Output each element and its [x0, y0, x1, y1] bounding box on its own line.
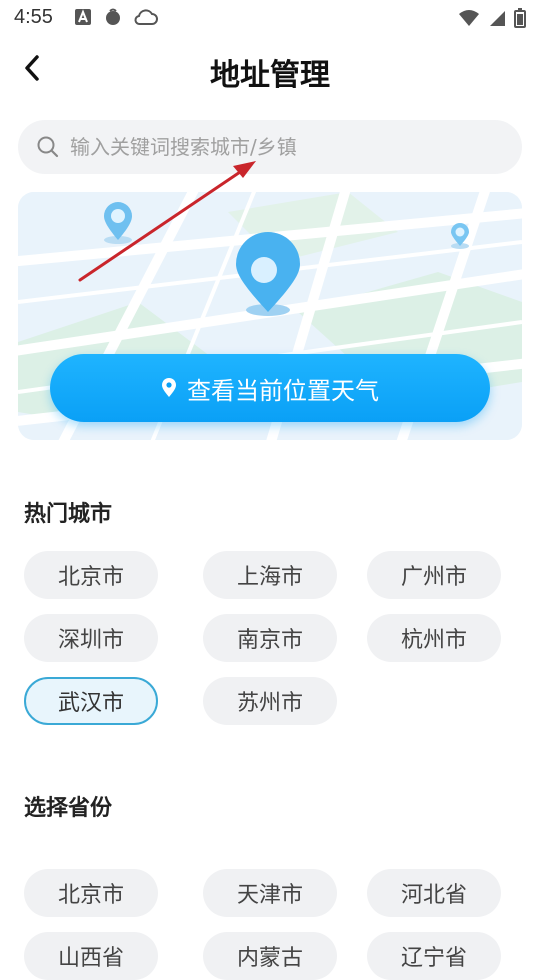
province-chip[interactable]: 天津市: [203, 869, 337, 917]
battery-icon: [514, 8, 526, 32]
hot-city-chip[interactable]: 上海市: [203, 551, 337, 599]
province-chip[interactable]: 河北省: [367, 869, 501, 917]
hot-city-chip[interactable]: 北京市: [24, 551, 158, 599]
hot-city-chip[interactable]: 广州市: [367, 551, 501, 599]
signal-icon: [488, 9, 506, 31]
chip-label: 深圳市: [57, 628, 124, 653]
chip-label: 北京市: [57, 883, 124, 908]
chip-label: 上海市: [236, 565, 303, 590]
provinces-title: 选择省份: [24, 796, 113, 821]
chip-label: 武汉市: [57, 691, 124, 716]
province-chip[interactable]: 内蒙古: [203, 932, 337, 980]
system-icons: [458, 8, 526, 32]
wifi-icon: [458, 9, 480, 31]
hot-city-chip[interactable]: 苏州市: [203, 677, 337, 725]
search-input[interactable]: [70, 120, 500, 174]
chip-label: 天津市: [236, 883, 303, 908]
hot-cities-title: 热门城市: [24, 502, 113, 527]
current-location-weather-button[interactable]: 查看当前位置天气: [50, 354, 490, 422]
chip-label: 内蒙古: [236, 946, 303, 971]
current-location-weather-label: 查看当前位置天气: [187, 376, 379, 405]
chip-label: 辽宁省: [400, 946, 467, 971]
chip-label: 河北省: [400, 883, 467, 908]
search-icon: [36, 135, 60, 159]
province-chip[interactable]: 辽宁省: [367, 932, 501, 980]
app-a-icon: [74, 8, 92, 30]
cloud-icon: [134, 8, 158, 30]
chip-label: 山西省: [57, 946, 124, 971]
status-bar: 4:55: [0, 0, 540, 38]
notification-icons: [74, 8, 158, 30]
province-chip[interactable]: 山西省: [24, 932, 158, 980]
province-chip[interactable]: 北京市: [24, 869, 158, 917]
chip-label: 北京市: [57, 565, 124, 590]
hot-city-chip[interactable]: 杭州市: [367, 614, 501, 662]
status-time: 4:55: [14, 6, 53, 28]
hot-city-chip-selected[interactable]: 武汉市: [24, 677, 158, 725]
chip-label: 苏州市: [236, 691, 303, 716]
chip-label: 广州市: [400, 565, 467, 590]
map-card: 查看当前位置天气: [18, 192, 522, 440]
page-title: 地址管理: [210, 58, 330, 93]
weather-app-icon: [102, 8, 124, 30]
search-bar[interactable]: [18, 120, 522, 174]
header: 地址管理: [0, 40, 540, 100]
chip-label: 南京市: [236, 628, 303, 653]
location-pin-icon: [162, 378, 176, 397]
map-pin-small-right: [451, 223, 469, 249]
chip-label: 杭州市: [400, 628, 467, 653]
hot-city-chip[interactable]: 南京市: [203, 614, 337, 662]
hot-city-chip[interactable]: 深圳市: [24, 614, 158, 662]
map-pin-small-left: [104, 202, 132, 244]
